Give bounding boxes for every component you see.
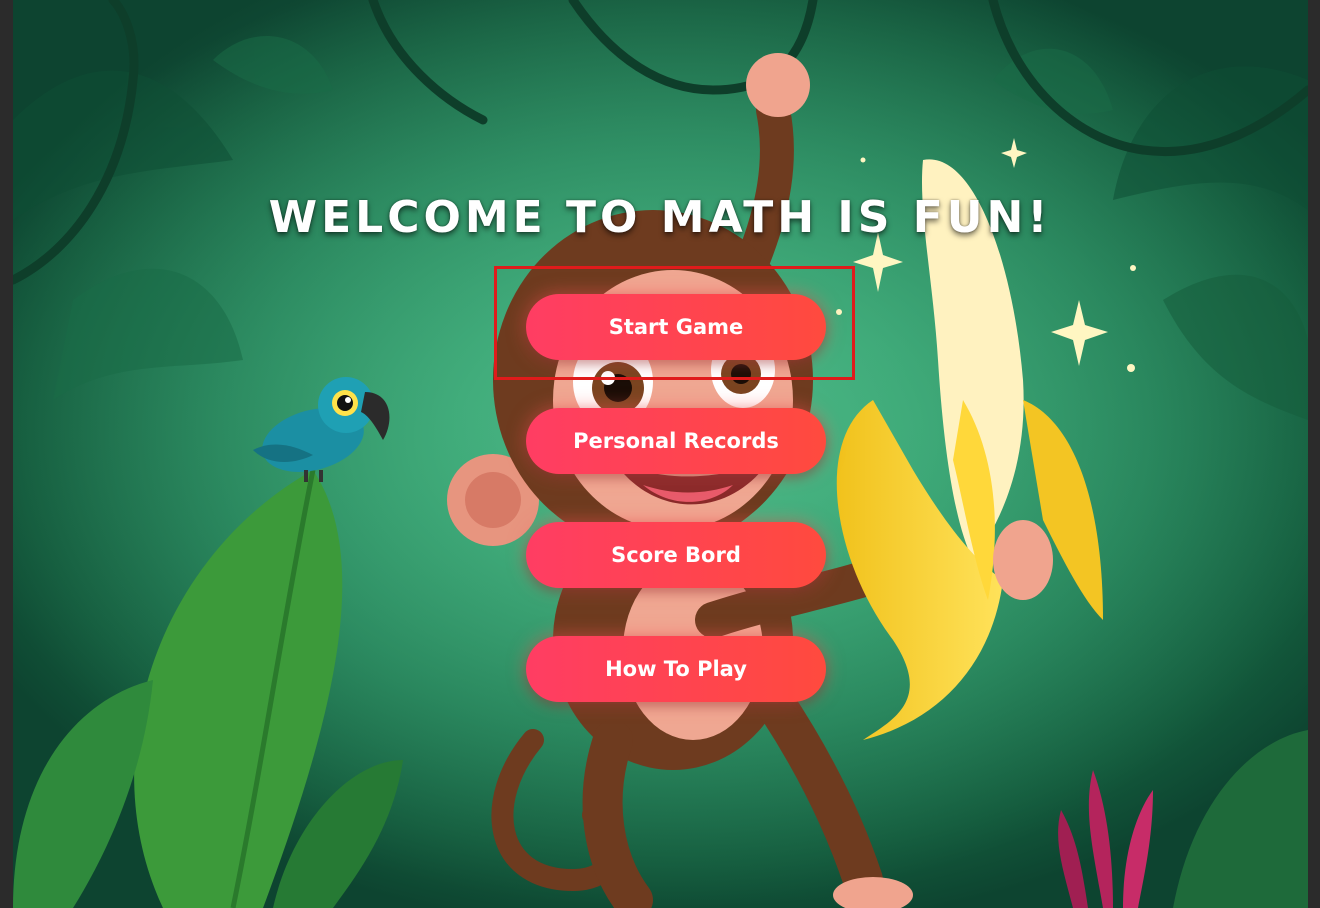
start-game-button[interactable]: Start Game [526,294,826,360]
page-title: WELCOME TO MATH IS FUN! [268,192,1052,243]
personal-records-button[interactable]: Personal Records [526,408,826,474]
game-screen: WELCOME TO MATH IS FUN! Start Game Perso… [13,0,1308,908]
app-window: WELCOME TO MATH IS FUN! Start Game Perso… [0,0,1320,908]
score-board-button[interactable]: Score Bord [526,522,826,588]
how-to-play-button[interactable]: How To Play [526,636,826,702]
